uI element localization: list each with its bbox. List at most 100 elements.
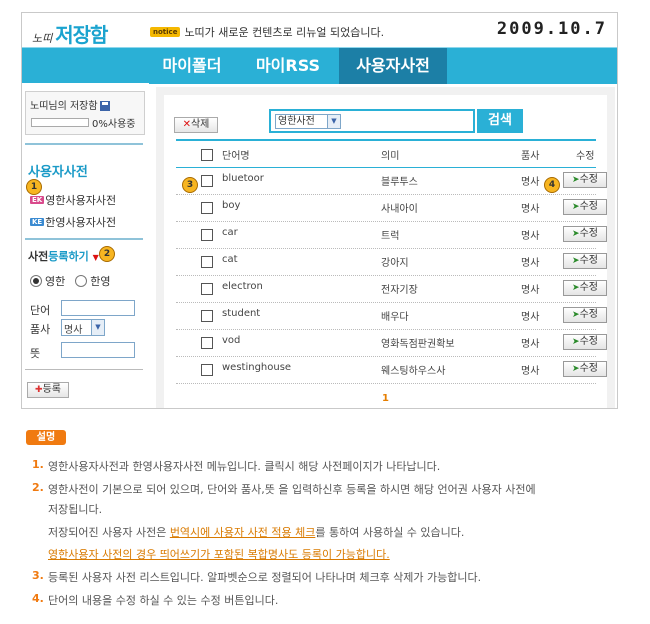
description-note-a-end: 를 통하여 사용하실 수 있습니다. (315, 526, 465, 539)
delete-button[interactable]: ✕삭제 (174, 117, 218, 133)
search-box[interactable]: 영한사전 ▼ (269, 109, 475, 133)
notice-badge: notice (150, 27, 181, 37)
edit-button[interactable]: ➤수정 (563, 226, 607, 242)
radio-ko-en[interactable] (75, 275, 88, 287)
edit-button[interactable]: ➤수정 (563, 307, 607, 323)
date-display: 2009.10.7 (496, 19, 607, 39)
row-pos: 명사 (521, 204, 540, 215)
pagination[interactable]: 1 (164, 393, 607, 404)
search-button[interactable]: 검색 (477, 109, 523, 133)
notice-text: 노띠가 새로운 컨텐츠로 리뉴얼 되었습니다. (184, 26, 385, 39)
callout-4: 4 (544, 177, 560, 193)
edit-button-label: 수정 (579, 282, 598, 293)
table-row: westinghouse 웨스팅하우스사 명사 ➤수정 (176, 356, 607, 384)
tab-my-rss[interactable]: 마이RSS (247, 48, 329, 84)
delete-icon: ✕ (182, 119, 191, 130)
row-word: electron (222, 281, 263, 292)
radio-ko-en-label: 한영 (90, 275, 111, 288)
ko-en-dictionary-icon: KE (30, 218, 45, 226)
description-note-a: 저장되어진 사용자 사전은 번역시에 사용자 사전 적용 체크를 통하여 사용하… (48, 524, 464, 540)
row-checkbox[interactable] (201, 175, 213, 187)
pos-label: 품사 (30, 323, 51, 336)
description-num-1: 1. (32, 458, 44, 471)
table-row: car 트럭 명사 ➤수정 (176, 221, 607, 249)
edit-button[interactable]: ➤수정 (563, 199, 607, 215)
row-checkbox[interactable] (201, 283, 213, 295)
brand-title: 저장함 (55, 23, 108, 47)
description-line-4: 단어의 내용을 수정 하실 수 있는 수정 버튼입니다. (48, 594, 279, 607)
section-title: 사용자사전 (28, 165, 88, 180)
edit-button[interactable]: ➤수정 (563, 280, 607, 296)
description-line-2b: 저장됩니다. (48, 503, 103, 516)
description-num-2: 2. (32, 481, 44, 494)
row-pos: 명사 (521, 366, 540, 377)
radio-en-ko[interactable] (30, 275, 42, 287)
meaning-label: 뜻 (30, 347, 41, 360)
row-checkbox[interactable] (201, 229, 213, 241)
row-meaning: 웨스팅하우스사 (381, 366, 446, 377)
storage-bar (31, 118, 89, 127)
top-bar: 노띠 저장함 notice 노띠가 새로운 컨텐츠로 리뉴얼 되었습니다. 20… (22, 13, 617, 47)
storage-label-wrap: 노띠님의 저장함 (30, 97, 110, 112)
pos-select-value: 명사 (64, 325, 83, 336)
description-num-4: 4. (32, 592, 44, 605)
col-meaning: 의미 (381, 151, 400, 162)
sidebar-divider (25, 143, 143, 145)
description-line-1: 영한사용자사전과 한영사용자사전 메뉴입니다. 클릭시 해당 사전페이지가 나타… (48, 460, 441, 473)
edit-button[interactable]: ➤수정 (563, 172, 607, 188)
notice-bar[interactable]: notice 노띠가 새로운 컨텐츠로 리뉴얼 되었습니다. (150, 24, 384, 40)
col-word: 단어명 (222, 151, 250, 162)
table-row: boy 사내아이 명사 ➤수정 (176, 194, 607, 222)
description-line-3: 등록된 사용자 사전 리스트입니다. 알파벳순으로 정렬되어 나타나며 체크후 … (48, 571, 482, 584)
delete-button-label: 삭제 (190, 119, 210, 130)
row-meaning: 전자기장 (381, 285, 418, 296)
brand-logo[interactable]: 노띠 저장함 (32, 19, 108, 48)
sidebar-item-label: 한영사용자사전 (45, 216, 117, 229)
register-title-a: 사전 (28, 250, 49, 263)
select-all-checkbox[interactable] (201, 149, 213, 161)
callout-3: 3 (182, 177, 198, 193)
row-checkbox[interactable] (201, 310, 213, 322)
dictionary-select[interactable]: 영한사전 ▼ (275, 114, 341, 129)
meaning-input[interactable] (61, 342, 135, 358)
tab-my-folder[interactable]: 마이폴더 (150, 48, 234, 84)
row-meaning: 배우다 (381, 312, 409, 323)
register-title[interactable]: 사전등록하기 ▼ (28, 248, 99, 264)
edit-button[interactable]: ➤수정 (563, 361, 607, 377)
edit-button[interactable]: ➤수정 (563, 253, 607, 269)
description-note-b-link[interactable]: 영한사용자 사전의 경우 띄어쓰기가 포함된 복합명사도 등록이 가능합니다. (48, 548, 390, 561)
register-button[interactable]: ✚등록 (27, 382, 69, 398)
row-checkbox[interactable] (201, 364, 213, 376)
radio-en-ko-label: 영한 (45, 275, 66, 288)
sidebar-divider (25, 369, 143, 370)
sidebar-item-en-ko[interactable]: EK 영한사용자사전 (30, 192, 116, 208)
cursor-icon: ➤ (572, 202, 580, 212)
edit-button[interactable]: ➤수정 (563, 334, 607, 350)
callout-2: 2 (99, 246, 115, 262)
sidebar-item-ko-en[interactable]: KE 한영사용자사전 (30, 214, 116, 230)
row-checkbox[interactable] (201, 202, 213, 214)
register-title-b: 등록하기 (48, 250, 89, 263)
pos-select[interactable]: 명사 ▼ (61, 319, 105, 336)
edit-button-label: 수정 (579, 309, 598, 320)
row-checkbox[interactable] (201, 256, 213, 268)
tab-user-dictionary[interactable]: 사용자사전 (339, 48, 447, 84)
sidebar: 노띠님의 저장함 0%사용중 사용자사전 1 EK 영한사용자사전 KE 한영사… (22, 83, 149, 408)
storage-percent: 0%사용중 (92, 119, 136, 130)
description-note-a-link[interactable]: 번역시에 사용자 사전 적용 체크 (170, 526, 316, 539)
cursor-icon: ➤ (572, 364, 580, 374)
edit-button-label: 수정 (579, 255, 598, 266)
row-pos: 명사 (521, 258, 540, 269)
dictionary-window: 노띠 저장함 notice 노띠가 새로운 컨텐츠로 리뉴얼 되었습니다. 20… (21, 12, 618, 409)
row-meaning: 사내아이 (381, 204, 418, 215)
register-icon: ✚ (35, 385, 43, 395)
cursor-icon: ➤ (572, 310, 580, 320)
row-pos: 명사 (521, 285, 540, 296)
storage-label: 노띠님의 저장함 (30, 101, 98, 112)
page-number[interactable]: 1 (382, 393, 389, 404)
word-input[interactable] (61, 300, 135, 316)
row-checkbox[interactable] (201, 337, 213, 349)
cursor-icon: ➤ (572, 337, 580, 347)
edit-button-label: 수정 (579, 363, 598, 374)
triangle-down-icon: ▼ (92, 253, 99, 262)
